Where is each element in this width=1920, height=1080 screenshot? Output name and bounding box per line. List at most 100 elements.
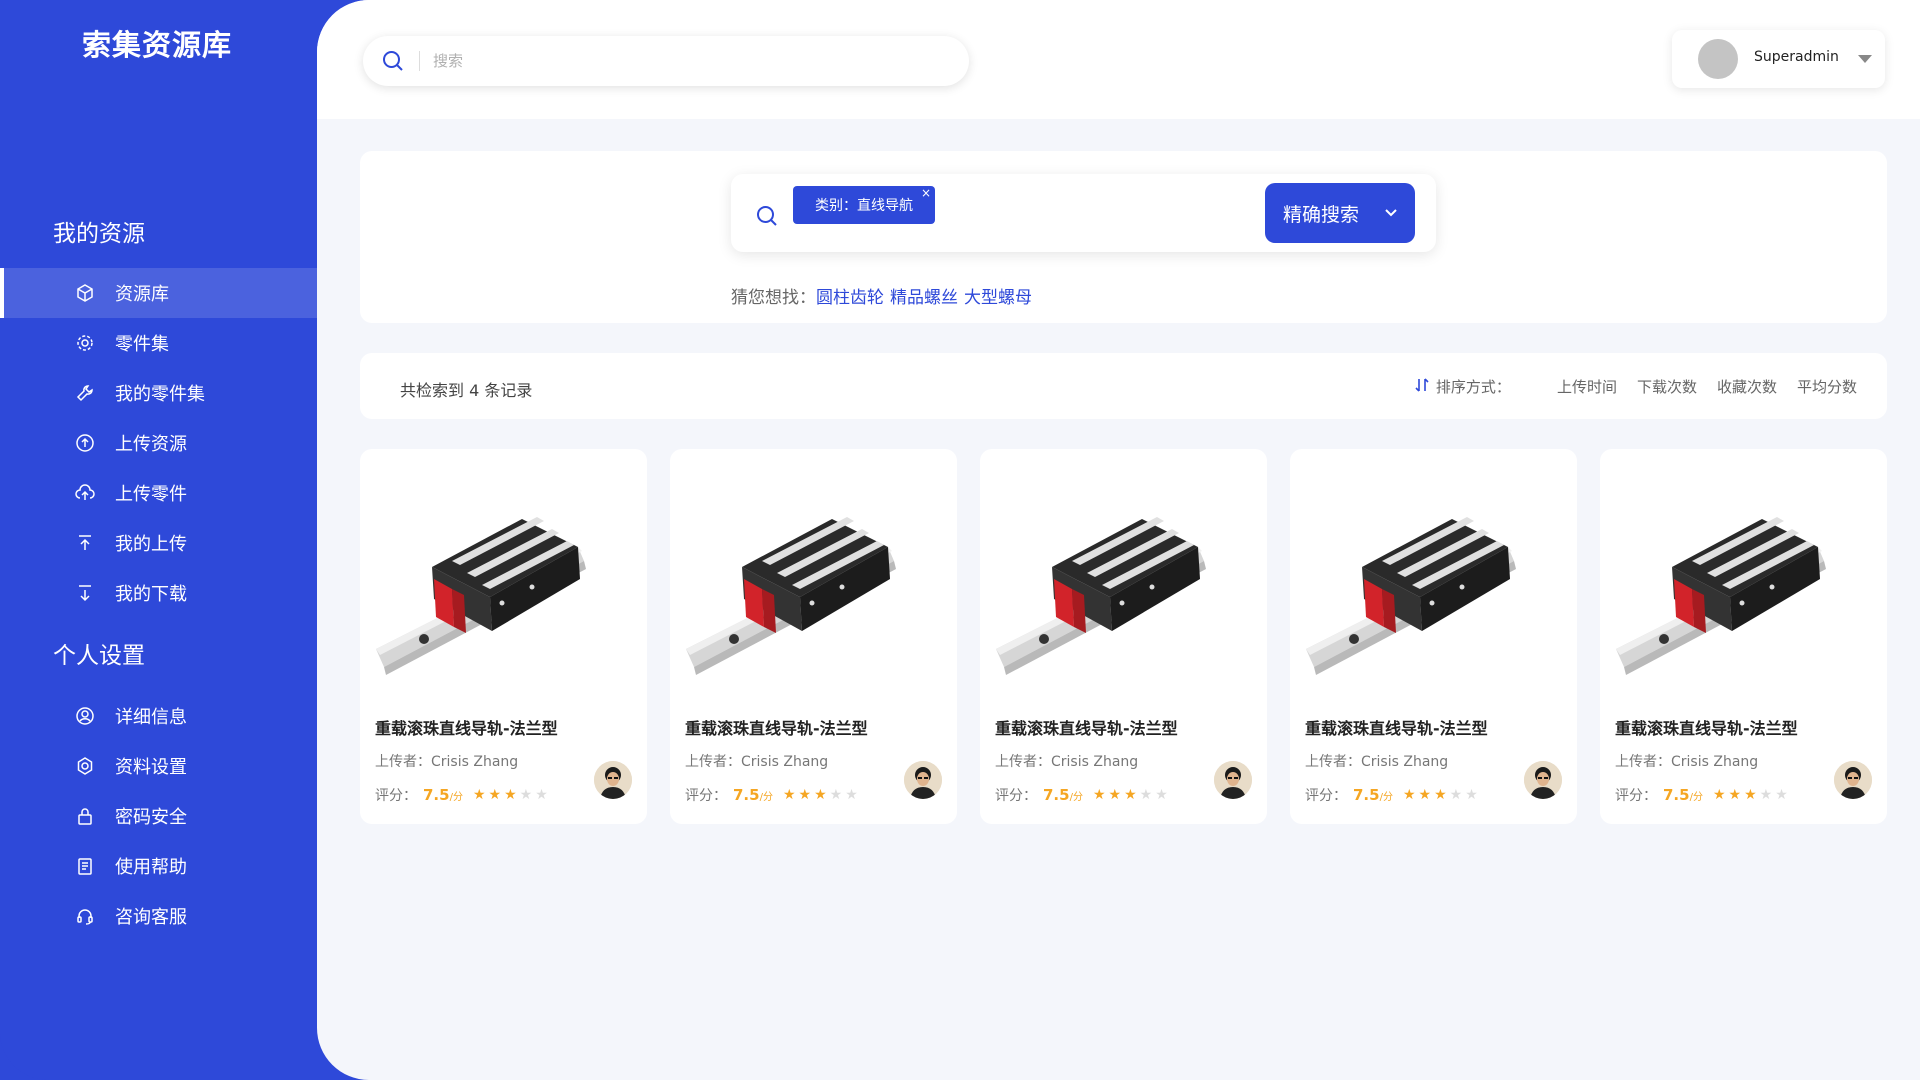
uploader-label: 上传者： (375, 754, 431, 770)
star-icon: ★ (829, 787, 843, 803)
sort-option-upload-time[interactable]: 上传时间 (1557, 376, 1617, 397)
star-icon: ★ (504, 787, 517, 803)
sidebar-item-my-uploads[interactable]: 我的上传 (0, 518, 318, 568)
card-uploader: 上传者：Crisis Zhang (1305, 751, 1448, 771)
avatar[interactable] (594, 761, 632, 799)
rating-score: 7.5 (1663, 786, 1690, 804)
avatar[interactable] (1524, 761, 1562, 799)
product-image[interactable] (682, 499, 944, 679)
avatar[interactable] (904, 761, 942, 799)
sidebar-item-label: 咨询客服 (115, 907, 187, 928)
star-icon: ★ (488, 787, 502, 803)
uploader-name: Crisis Zhang (741, 754, 829, 770)
uploader-label: 上传者： (995, 754, 1051, 770)
category-tag-label: 类别：直线导航 (815, 198, 913, 214)
card-uploader: 上传者：Crisis Zhang (1615, 751, 1758, 771)
exact-search-box[interactable]: 类别：直线导航 × 精确搜索 (731, 174, 1436, 252)
suggestion-link[interactable]: 精品螺丝 (890, 288, 958, 308)
card-title[interactable]: 重载滚珠直线导轨-法兰型 (375, 715, 558, 739)
product-image[interactable] (992, 499, 1254, 679)
settings-icon (74, 755, 96, 777)
star-icon: ★ (1092, 787, 1106, 803)
card-title[interactable]: 重载滚珠直线导轨-法兰型 (1615, 715, 1798, 739)
user-circle-icon (74, 705, 96, 727)
cube-icon (74, 282, 96, 304)
section-title-resources: 我的资源 (53, 221, 145, 247)
main-content: Superadmin 类别：直线导航 × 精确搜索 猜您想找：圆柱齿轮精品螺丝大… (317, 0, 1920, 1080)
top-search-box[interactable] (363, 36, 969, 86)
resource-card[interactable]: 重载滚珠直线导轨-法兰型 上传者：Crisis Zhang 评分： 7.5 /分… (1290, 449, 1577, 824)
rating-label: 评分： (375, 788, 417, 804)
sidebar-item-upload-part[interactable]: 上传零件 (0, 468, 318, 518)
star-icon: ★ (1775, 787, 1788, 803)
resource-card[interactable]: 重载滚珠直线导轨-法兰型 上传者：Crisis Zhang 评分： 7.5 /分… (670, 449, 957, 824)
rating-score: 7.5 (733, 786, 760, 804)
star-icon: ★ (1124, 787, 1137, 803)
user-name: Superadmin (1754, 49, 1839, 65)
arrow-up-icon (74, 532, 96, 554)
sidebar-item-customer-service[interactable]: 咨询客服 (0, 891, 318, 941)
sidebar-item-label: 资源库 (115, 284, 169, 305)
chevron-down-icon (1383, 203, 1399, 225)
card-title[interactable]: 重载滚珠直线导轨-法兰型 (995, 715, 1178, 739)
suggestions: 猜您想找：圆柱齿轮 精品螺丝 大型螺母 (731, 283, 1038, 308)
star-icon: ★ (782, 787, 796, 803)
sort-controls: 排序方式： 上传时间 下载次数 收藏次数 平均分数 (1414, 376, 1857, 397)
avatar[interactable] (1698, 39, 1738, 79)
upload-circle-icon (74, 432, 96, 454)
product-image[interactable] (1612, 499, 1874, 679)
result-count: 共检索到 4 条记录 (400, 381, 533, 400)
search-icon (381, 49, 405, 77)
wrench-icon (74, 382, 96, 404)
uploader-name: Crisis Zhang (1051, 754, 1139, 770)
caret-down-icon[interactable] (1858, 55, 1872, 63)
product-image[interactable] (372, 499, 634, 679)
sidebar-item-my-downloads[interactable]: 我的下载 (0, 568, 318, 618)
card-uploader: 上传者：Crisis Zhang (995, 751, 1138, 771)
uploader-name: Crisis Zhang (431, 754, 519, 770)
sidebar-item-password-security[interactable]: 密码安全 (0, 791, 318, 841)
resource-card[interactable]: 重载滚珠直线导轨-法兰型 上传者：Crisis Zhang 评分： 7.5 /分… (1600, 449, 1887, 824)
resource-card[interactable]: 重载滚珠直线导轨-法兰型 上传者：Crisis Zhang 评分： 7.5 /分… (360, 449, 647, 824)
star-icon: ★ (1402, 787, 1416, 803)
user-menu[interactable]: Superadmin (1672, 30, 1885, 88)
rating-label: 评分： (685, 788, 727, 804)
sidebar-item-label: 零件集 (115, 334, 169, 355)
star-icon: ★ (1139, 787, 1153, 803)
sidebar-item-profile-settings[interactable]: 资料设置 (0, 741, 318, 791)
product-image[interactable] (1302, 499, 1564, 679)
category-filter-tag[interactable]: 类别：直线导航 × (793, 186, 935, 224)
sort-option-downloads[interactable]: 下载次数 (1637, 376, 1697, 397)
sidebar-item-details[interactable]: 详细信息 (0, 691, 318, 741)
sidebar-item-help[interactable]: 使用帮助 (0, 841, 318, 891)
star-icon: ★ (845, 787, 858, 803)
avatar[interactable] (1834, 761, 1872, 799)
app-title: 索集资源库 (82, 28, 233, 62)
sort-option-average-score[interactable]: 平均分数 (1797, 376, 1857, 397)
sidebar-item-parts-set[interactable]: 零件集 (0, 318, 318, 368)
card-uploader: 上传者：Crisis Zhang (685, 751, 828, 771)
sidebar-item-label: 使用帮助 (115, 857, 187, 878)
exact-search-button[interactable]: 精确搜索 (1265, 183, 1415, 243)
suggestion-link[interactable]: 大型螺母 (964, 288, 1032, 308)
star-icon: ★ (1155, 787, 1168, 803)
card-title[interactable]: 重载滚珠直线导轨-法兰型 (1305, 715, 1488, 739)
sort-option-favorites[interactable]: 收藏次数 (1717, 376, 1777, 397)
avatar[interactable] (1214, 761, 1252, 799)
star-icon: ★ (814, 787, 827, 803)
star-icon: ★ (1434, 787, 1447, 803)
rating-stars: ★ ★ ★ ★ ★ (1093, 787, 1171, 803)
sort-icon (1414, 377, 1430, 397)
suggestion-link[interactable]: 圆柱齿轮 (816, 288, 884, 308)
section-title-settings: 个人设置 (53, 643, 145, 669)
sidebar-item-my-parts-set[interactable]: 我的零件集 (0, 368, 318, 418)
close-icon[interactable]: × (921, 186, 931, 200)
resource-card[interactable]: 重载滚珠直线导轨-法兰型 上传者：Crisis Zhang 评分： 7.5 /分… (980, 449, 1267, 824)
star-icon: ★ (472, 787, 486, 803)
sidebar-item-upload-resource[interactable]: 上传资源 (0, 418, 318, 468)
suggestions-label: 猜您想找： (731, 288, 816, 308)
search-input[interactable] (433, 46, 933, 76)
rating-label: 评分： (995, 788, 1037, 804)
sidebar-item-resource-library[interactable]: 资源库 (0, 268, 318, 318)
card-title[interactable]: 重载滚珠直线导轨-法兰型 (685, 715, 868, 739)
